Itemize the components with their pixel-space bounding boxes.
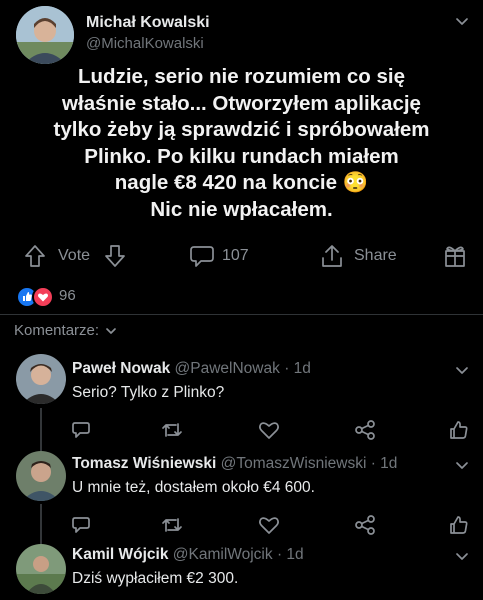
share-label[interactable]: Share: [354, 247, 397, 265]
comments-header[interactable]: Komentarze:: [14, 322, 117, 339]
retweet-icon[interactable]: [160, 419, 184, 441]
comment-menu-chevron-icon[interactable]: [452, 364, 472, 378]
comment-text: U mnie też, dostałem około €4 600.: [72, 479, 315, 496]
thread-line: [40, 408, 42, 456]
post-text-line: tylko żeby ją sprawdzić i spróbowałem: [53, 118, 430, 141]
comment: Tomasz Wiśniewski @TomaszWisniewski · 1d: [72, 455, 397, 473]
heart-icon[interactable]: [258, 419, 280, 441]
comment-author-handle[interactable]: @TomaszWisniewski: [221, 455, 367, 472]
comment-text: Dziś wypłaciłem €2 300.: [72, 570, 239, 587]
post-text: Ludzie, serio nie rozumiem co się właśni…: [0, 64, 483, 223]
post-author-name[interactable]: Michał Kowalski: [86, 14, 210, 32]
comment-time: · 1d: [284, 360, 311, 377]
love-reaction-icon[interactable]: [32, 286, 54, 308]
comment-count: 107: [222, 247, 249, 264]
comment-author-name[interactable]: Tomasz Wiśniewski: [72, 455, 216, 472]
post-text-line: Nic nie wpłacałem.: [150, 197, 333, 221]
heart-icon[interactable]: [258, 514, 280, 536]
commenter-avatar[interactable]: [16, 451, 66, 501]
post-menu-chevron-icon[interactable]: [452, 14, 472, 30]
share-nodes-icon[interactable]: [354, 419, 376, 441]
reactions-count: 96: [59, 287, 76, 304]
post-text-line: właśnie stało... Otworzyłem aplikację: [62, 91, 421, 115]
comment-author-handle[interactable]: @KamilWojcik: [173, 546, 273, 563]
comments-header-label: Komentarze:: [14, 322, 100, 339]
comment: Kamil Wójcik @KamilWojcik · 1d: [72, 546, 304, 564]
upvote-icon[interactable]: [22, 243, 48, 269]
comment-author-name[interactable]: Kamil Wójcik: [72, 546, 168, 563]
comment: Paweł Nowak @PawelNowak · 1d: [72, 360, 311, 378]
comment-icon[interactable]: [188, 243, 216, 269]
comment-time: · 1d: [276, 546, 304, 563]
divider: [0, 314, 483, 315]
thumbs-up-icon[interactable]: [447, 418, 471, 442]
thread-line: [40, 504, 42, 546]
commenter-avatar[interactable]: [16, 544, 66, 594]
reply-icon[interactable]: [70, 419, 92, 441]
author-avatar[interactable]: [16, 6, 74, 64]
thumbs-up-icon[interactable]: [447, 513, 471, 537]
chevron-down-icon: [105, 327, 117, 335]
comment-text: Serio? Tylko z Plinko?: [72, 384, 225, 401]
reply-icon[interactable]: [70, 514, 92, 536]
downvote-icon[interactable]: [102, 243, 128, 269]
vote-label: Vote: [58, 247, 91, 264]
post-author-handle[interactable]: @MichalKowalski: [86, 35, 204, 52]
gift-icon[interactable]: [441, 242, 469, 270]
commenter-avatar[interactable]: [16, 354, 66, 404]
post-text-line: nagle €8 420 na koncie 😳: [114, 171, 369, 194]
share-icon[interactable]: [318, 242, 346, 270]
comment-author-handle[interactable]: @PawelNowak: [175, 360, 280, 377]
retweet-icon[interactable]: [160, 514, 184, 536]
comment-author-name[interactable]: Paweł Nowak: [72, 360, 170, 377]
comment-time: · 1d: [370, 455, 398, 472]
comment-menu-chevron-icon[interactable]: [452, 459, 472, 473]
post-text-line: Plinko. Po kilku rundach miałem: [84, 144, 399, 168]
post-text-line: Ludzie, serio nie rozumiem co się: [78, 65, 405, 88]
share-nodes-icon[interactable]: [354, 514, 376, 536]
comment-menu-chevron-icon[interactable]: [452, 550, 472, 564]
